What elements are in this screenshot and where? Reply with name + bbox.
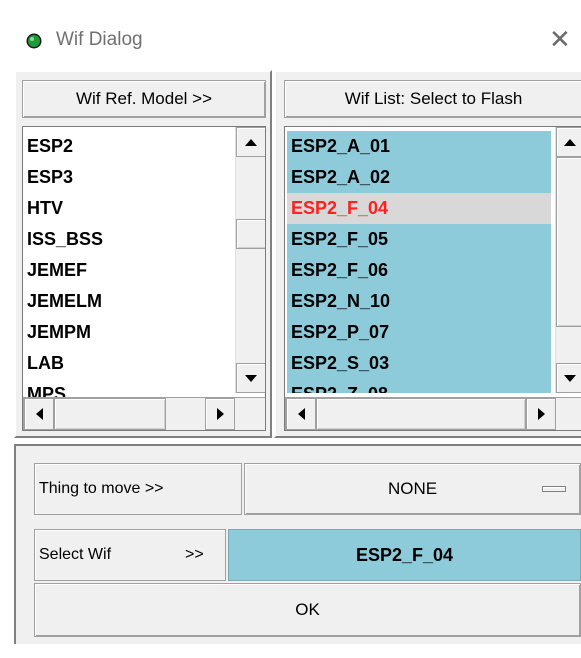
list-item[interactable]: ISS_BSS: [27, 224, 103, 255]
hscroll-thumb[interactable]: [54, 398, 166, 430]
select-wif-label-text: Select Wif: [39, 546, 112, 563]
scroll-up-button[interactable]: [556, 127, 581, 157]
list-item[interactable]: HTV: [27, 193, 63, 224]
scroll-thumb[interactable]: [236, 219, 265, 249]
arrow-up-icon: [564, 138, 576, 146]
list-item[interactable]: ESP2: [27, 131, 73, 162]
green-ball-icon: [26, 33, 42, 49]
scroll-right-button[interactable]: [526, 398, 556, 430]
list-item[interactable]: JEMPM: [27, 317, 91, 348]
title-bar: Wif Dialog ✕: [0, 0, 581, 64]
wif-list-vscrollbar[interactable]: [555, 127, 581, 393]
ref-model-listbox[interactable]: ESP2 ESP3 HTV ISS_BSS JEMEF JEMELM JEMPM…: [22, 126, 266, 431]
list-item[interactable]: JEMELM: [27, 286, 102, 317]
select-wif-arrows: >>: [185, 546, 204, 563]
ref-model-vscrollbar[interactable]: [235, 127, 265, 393]
scroll-down-button[interactable]: [556, 363, 581, 393]
arrow-right-icon: [537, 408, 545, 420]
scroll-right-button[interactable]: [205, 398, 235, 430]
scroll-left-button[interactable]: [286, 398, 316, 430]
arrow-left-icon: [35, 408, 43, 420]
scroll-left-button[interactable]: [24, 398, 54, 430]
thing-to-move-label: Thing to move >>: [34, 463, 242, 515]
scroll-down-button[interactable]: [236, 363, 265, 393]
list-item[interactable]: JEMEF: [27, 255, 87, 286]
list-item[interactable]: ESP2_S_03: [287, 348, 551, 379]
list-item[interactable]: LAB: [27, 348, 64, 379]
arrow-left-icon: [297, 408, 305, 420]
select-wif-label: Select Wif >>: [34, 529, 226, 581]
scroll-thumb[interactable]: [556, 157, 581, 327]
list-item[interactable]: ESP2_A_01: [287, 131, 551, 162]
list-item[interactable]: ESP2_N_10: [287, 286, 551, 317]
wif-list-panel: Wif List: Select to Flash ESP2_A_01 ESP2…: [274, 70, 581, 438]
wif-list-listbox[interactable]: ESP2_A_01 ESP2_A_02 ESP2_F_04 ESP2_F_05 …: [284, 126, 581, 431]
ok-button[interactable]: OK: [34, 583, 581, 637]
ref-model-header-button[interactable]: Wif Ref. Model >>: [22, 80, 266, 118]
list-item[interactable]: ESP2_A_02: [287, 162, 551, 193]
list-item-selected[interactable]: ESP2_F_04: [287, 193, 551, 224]
wif-list-hscrollbar[interactable]: [285, 397, 581, 430]
thing-to-move-value: NONE: [387, 479, 438, 498]
hscroll-thumb[interactable]: [316, 398, 526, 430]
arrow-up-icon: [245, 138, 257, 146]
list-item[interactable]: ESP2_P_07: [287, 317, 551, 348]
close-icon[interactable]: ✕: [549, 26, 571, 52]
list-item[interactable]: ESP3: [27, 162, 73, 193]
wif-list-header-button[interactable]: Wif List: Select to Flash: [284, 80, 581, 118]
controls-panel: Thing to move >> NONE Select Wif >> ESP2…: [14, 444, 581, 644]
window-title: Wif Dialog: [56, 29, 143, 50]
option-menu-indicator-icon: [542, 486, 566, 492]
list-item[interactable]: ESP2_F_05: [287, 224, 551, 255]
arrow-down-icon: [564, 374, 576, 382]
arrow-down-icon: [245, 374, 257, 382]
scroll-up-button[interactable]: [236, 127, 265, 157]
ref-model-panel: Wif Ref. Model >> ESP2 ESP3 HTV ISS_BSS …: [14, 70, 272, 438]
arrow-right-icon: [216, 408, 224, 420]
ref-model-hscrollbar[interactable]: [23, 397, 265, 430]
list-item[interactable]: ESP2_F_06: [287, 255, 551, 286]
list-item[interactable]: ESP2_Z_08: [287, 379, 551, 393]
selected-wif-value: ESP2_F_04: [228, 529, 581, 581]
thing-to-move-menu[interactable]: NONE: [244, 463, 581, 515]
